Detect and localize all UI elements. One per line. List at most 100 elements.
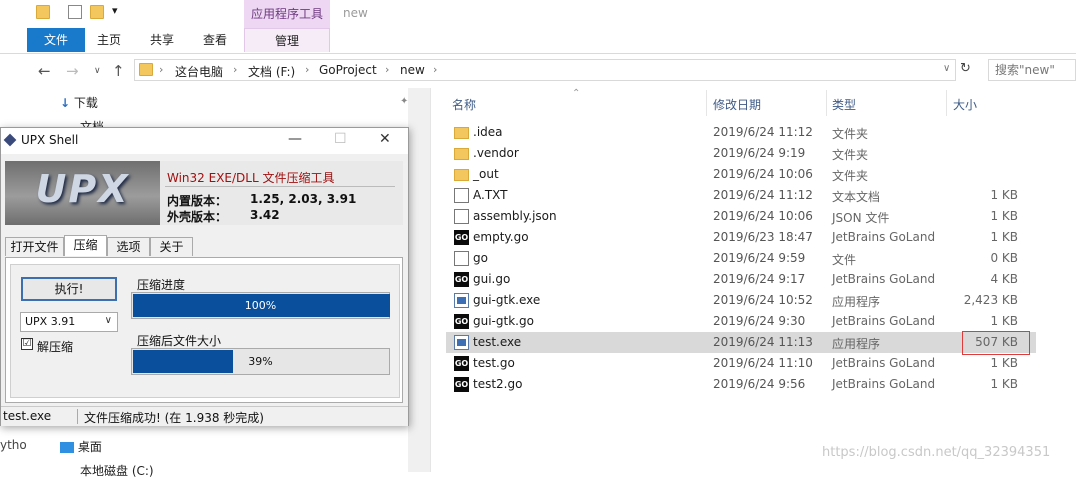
document-icon <box>454 188 469 203</box>
column-date[interactable]: 修改日期 <box>713 96 761 113</box>
back-arrow-icon[interactable]: ← <box>38 62 51 80</box>
upx-title-bar[interactable]: UPX Shell — ☐ ✕ <box>1 128 408 154</box>
recent-locations-icon[interactable]: ∨ <box>94 66 101 76</box>
table-row[interactable]: A.TXT 2019/6/24 11:12 文本文档 1 KB <box>446 185 1036 206</box>
upx-version-select[interactable]: UPX 3.91 ∨ <box>20 312 118 332</box>
column-separator[interactable] <box>826 90 827 116</box>
table-row[interactable]: .idea 2019/6/24 11:12 文件夹 <box>446 122 1036 143</box>
table-row[interactable]: .vendor 2019/6/24 9:19 文件夹 <box>446 143 1036 164</box>
tab-file[interactable]: 文件 <box>27 28 85 52</box>
file-date: 2019/6/24 10:06 <box>713 209 813 223</box>
file-type: 文件夹 <box>832 148 869 162</box>
nav-scrollbar[interactable] <box>408 88 430 472</box>
pane-divider[interactable] <box>430 88 431 472</box>
file-size: 1 KB <box>990 230 1018 244</box>
upx-app-icon <box>3 133 17 147</box>
table-row[interactable]: assembly.json 2019/6/24 10:06 JSON 文件 1 KB <box>446 206 1036 227</box>
upx-status-bar: test.exe 文件压缩成功! (在 1.938 秒完成) <box>1 406 408 426</box>
file-type: JetBrains GoLand <box>832 272 936 286</box>
file-name: test.exe <box>473 335 522 349</box>
breadcrumb-new[interactable]: new <box>400 63 425 77</box>
customize-dropdown-icon[interactable]: ▾ <box>112 4 118 17</box>
upx-window-title: UPX Shell <box>21 133 79 147</box>
nav-item-downloads[interactable]: ↓ 下载 <box>60 94 98 111</box>
column-separator[interactable] <box>706 90 707 116</box>
goland-icon: GO <box>454 230 469 245</box>
info-divider <box>165 186 395 187</box>
column-separator[interactable] <box>946 90 947 116</box>
nav-item-label: 桌面 <box>77 440 102 454</box>
folder-icon <box>139 63 153 76</box>
column-name[interactable]: 名称 <box>452 96 476 113</box>
nav-item-desktop[interactable]: 桌面 <box>60 438 102 455</box>
close-icon[interactable]: ✕ <box>379 131 391 147</box>
chevron-right-icon: › <box>305 63 310 76</box>
goland-icon: GO <box>454 377 469 392</box>
tab-home[interactable]: 主页 <box>85 28 133 52</box>
status-message: 文件压缩成功! (在 1.938 秒完成) <box>84 411 264 425</box>
table-row[interactable]: test.exe 2019/6/24 11:13 应用程序 507 KB <box>446 332 1036 353</box>
address-bar[interactable]: › 这台电脑 › 文档 (F:) › GoProject › new › ∨ <box>134 59 956 81</box>
tab-compress[interactable]: 压缩 <box>64 235 107 256</box>
file-type: JetBrains GoLand <box>832 314 936 328</box>
chevron-right-icon: › <box>433 63 438 76</box>
table-row[interactable]: GO test.go 2019/6/24 11:10 JetBrains GoLand… <box>446 353 1036 374</box>
table-row[interactable]: GO test2.go 2019/6/24 9:56 JetBrains GoLand… <box>446 374 1036 395</box>
nav-item-local-disk[interactable]: 本地磁盘 (C:) <box>80 462 154 479</box>
table-row[interactable]: GO empty.go 2019/6/23 18:47 JetBrains GoLan… <box>446 227 1036 248</box>
forward-arrow-icon[interactable]: → <box>66 62 79 80</box>
document-icon <box>454 251 469 266</box>
tab-view[interactable]: 查看 <box>191 28 239 52</box>
tab-manage[interactable]: 管理 <box>244 28 330 52</box>
column-size[interactable]: 大小 <box>953 96 977 113</box>
watermark: https://blog.csdn.net/qq_32394351 <box>822 445 1051 460</box>
file-type: JetBrains GoLand <box>832 230 936 244</box>
exe-icon <box>454 293 469 308</box>
file-date: 2019/6/24 10:06 <box>713 167 813 181</box>
refresh-icon[interactable]: ↻ <box>960 61 971 76</box>
file-date: 2019/6/24 10:52 <box>713 293 813 307</box>
upx-logo-text: UPX <box>35 167 130 211</box>
tab-options[interactable]: 选项 <box>107 237 150 256</box>
folder-icon[interactable] <box>36 5 50 19</box>
file-name: assembly.json <box>473 209 557 223</box>
file-date: 2019/6/23 18:47 <box>713 230 813 244</box>
inner-version-value: 1.25, 2.03, 3.91 <box>250 192 357 206</box>
table-row[interactable]: gui-gtk.exe 2019/6/24 10:52 应用程序 2,423 KB <box>446 290 1036 311</box>
tab-about[interactable]: 关于 <box>150 237 193 256</box>
file-name: A.TXT <box>473 188 508 202</box>
tab-share[interactable]: 共享 <box>138 28 186 52</box>
folder-icon <box>454 148 469 160</box>
download-arrow-icon: ↓ <box>60 96 71 110</box>
properties-icon[interactable] <box>68 5 82 19</box>
table-row[interactable]: _out 2019/6/24 10:06 文件夹 <box>446 164 1036 185</box>
chevron-right-icon: › <box>385 63 390 76</box>
status-separator <box>77 409 78 424</box>
file-date: 2019/6/24 9:19 <box>713 146 806 160</box>
execute-button[interactable]: 执行! <box>21 277 117 301</box>
up-arrow-icon[interactable]: ↑ <box>112 62 125 80</box>
file-size: 1 KB <box>990 209 1018 223</box>
minimize-icon[interactable]: — <box>288 131 302 147</box>
breadcrumb-drive[interactable]: 文档 (F:) <box>248 63 295 80</box>
file-type: 文件 <box>832 253 857 267</box>
tab-open-file[interactable]: 打开文件 <box>5 237 64 256</box>
table-row[interactable]: GO gui.go 2019/6/24 9:17 JetBrains GoLand 4 … <box>446 269 1036 290</box>
file-name: gui-gtk.go <box>473 314 534 328</box>
search-input[interactable]: 搜索"new" <box>988 59 1076 81</box>
file-size: 1 KB <box>990 188 1018 202</box>
chevron-down-icon[interactable]: ∨ <box>943 63 950 74</box>
new-folder-icon[interactable] <box>90 5 104 19</box>
breadcrumb-this-pc[interactable]: 这台电脑 <box>175 63 223 80</box>
maximize-icon[interactable]: ☐ <box>334 131 347 147</box>
document-icon <box>454 209 469 224</box>
file-date: 2019/6/24 9:59 <box>713 251 806 265</box>
table-row[interactable]: go 2019/6/24 9:59 文件 0 KB <box>446 248 1036 269</box>
breadcrumb-goproject[interactable]: GoProject <box>319 63 377 77</box>
goland-icon: GO <box>454 314 469 329</box>
decompress-checkbox[interactable]: ☑ <box>21 338 33 350</box>
table-row[interactable]: GO gui-gtk.go 2019/6/24 9:30 JetBrains GoLa… <box>446 311 1036 332</box>
file-type: 文件夹 <box>832 169 869 183</box>
inner-version-label: 内置版本： <box>167 194 228 208</box>
column-type[interactable]: 类型 <box>832 96 856 113</box>
